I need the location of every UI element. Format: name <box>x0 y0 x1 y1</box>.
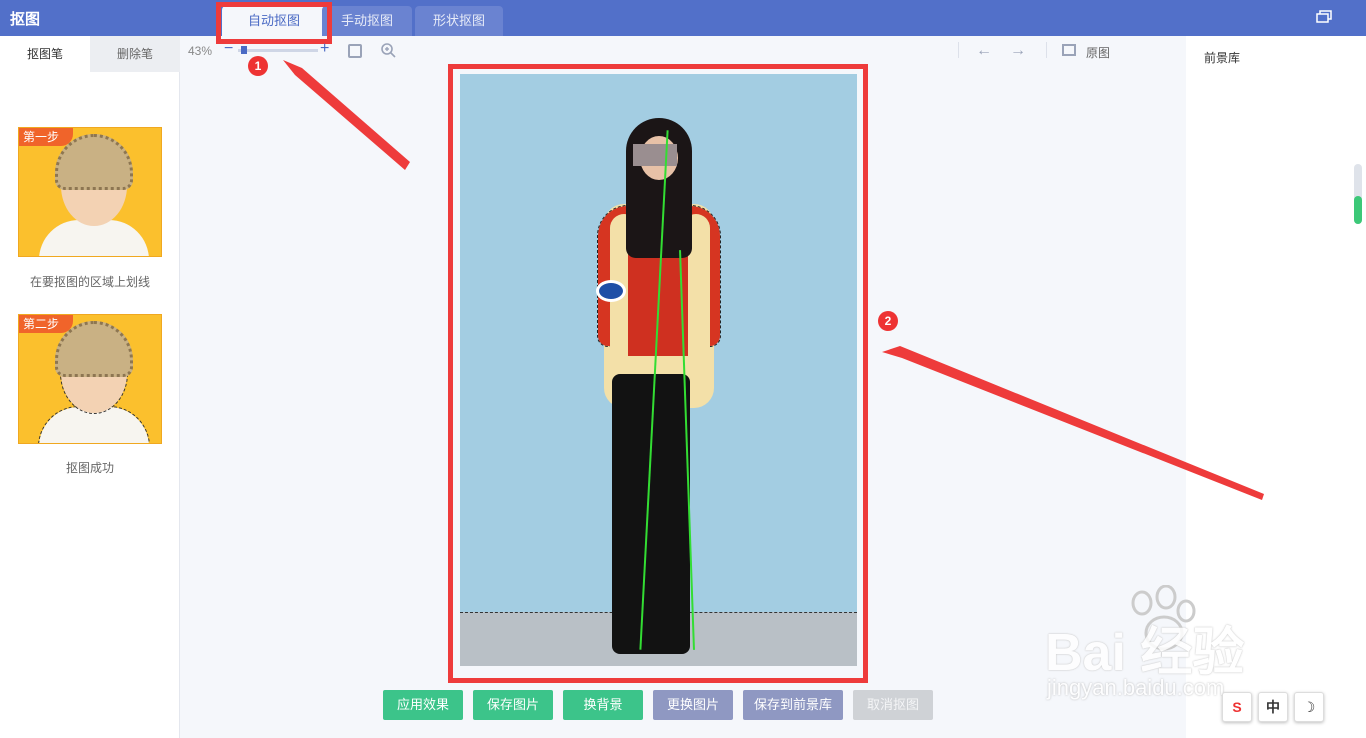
image-icon[interactable] <box>1062 44 1076 56</box>
magnify-icon[interactable] <box>380 42 396 58</box>
save-to-foreground-library-button[interactable]: 保存到前景库 <box>743 690 843 720</box>
change-background-button[interactable]: 换背景 <box>563 690 643 720</box>
restore-icon[interactable] <box>1316 10 1332 24</box>
save-image-button[interactable]: 保存图片 <box>473 690 553 720</box>
undo-icon[interactable]: ← <box>976 42 992 60</box>
redo-icon[interactable]: → <box>1010 42 1026 60</box>
sogou-ime-icon[interactable]: S <box>1222 692 1252 722</box>
tab-shape-cutout[interactable]: 形状抠图 <box>415 6 503 36</box>
foreground-library-title: 前景库 <box>1204 51 1241 65</box>
zoom-level: 43% <box>188 44 213 58</box>
zoom-in-button[interactable]: + <box>320 40 329 58</box>
watermark-text: Bai 经验 <box>1045 624 1245 682</box>
step-one-caption: 在要抠图的区域上划线 <box>29 275 150 289</box>
apply-effect-button[interactable]: 应用效果 <box>383 690 463 720</box>
watermark-url: jingyan.baidu.com <box>1047 675 1225 700</box>
scrollbar-thumb[interactable] <box>1354 196 1362 224</box>
ime-chinese-mode[interactable]: 中 <box>1258 692 1288 722</box>
zoom-slider-track[interactable] <box>238 49 318 52</box>
fit-screen-icon[interactable] <box>348 44 362 58</box>
step-two-image: 第二步 <box>18 314 162 444</box>
image-highlight-box <box>448 64 868 683</box>
title-bar: 抠图 自动抠图 手动抠图 形状抠图 <box>0 0 1366 36</box>
step-two-caption: 抠图成功 <box>65 461 114 475</box>
step-one-badge: 第一步 <box>19 128 74 146</box>
ime-night-mode-icon[interactable]: ☽ <box>1294 692 1324 722</box>
tab-manual-cutout[interactable]: 手动抠图 <box>322 6 412 36</box>
zoom-out-button[interactable]: − <box>224 40 233 58</box>
tab-highlight-box <box>216 2 332 44</box>
arrow-1 <box>283 60 410 170</box>
original-image-button[interactable]: 原图 <box>1086 44 1110 61</box>
step-two-badge: 第二步 <box>19 315 74 333</box>
cancel-cutout-button[interactable]: 取消抠图 <box>853 690 933 720</box>
callout-marker-1: 1 <box>248 56 268 76</box>
toolbar-divider <box>958 42 959 58</box>
zoom-slider-handle[interactable] <box>241 46 247 54</box>
step-one-image: 第一步 <box>18 127 162 257</box>
app-title: 抠图 <box>10 11 41 28</box>
callout-marker-2: 2 <box>878 311 898 331</box>
left-panel: 抠图笔 删除笔 第一步 在要抠图的区域上划线 第二步 抠图成功 <box>0 36 180 738</box>
toolbar-divider <box>1046 42 1047 58</box>
tab-erase-pen[interactable]: 删除笔 <box>90 36 180 72</box>
replace-image-button[interactable]: 更换图片 <box>653 690 733 720</box>
tab-cutout-pen[interactable]: 抠图笔 <box>0 36 90 72</box>
